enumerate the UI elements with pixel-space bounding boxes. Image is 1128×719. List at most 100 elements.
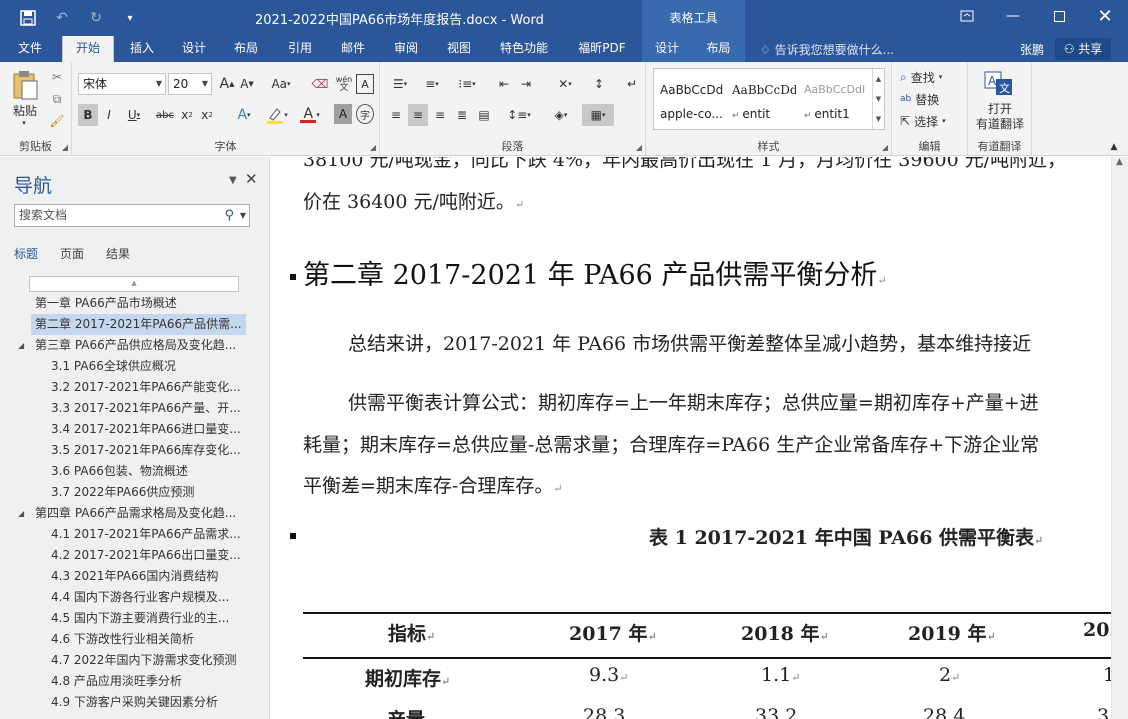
styles-scrollbar[interactable]: ▲ ▼ ▼ bbox=[872, 69, 884, 129]
table-cell[interactable]: 9.3↵ bbox=[589, 664, 628, 686]
nav-heading-item[interactable]: 3.6 PA66包装、物流概述 bbox=[0, 461, 270, 482]
tab-view[interactable]: 视图 bbox=[437, 36, 481, 62]
chevron-down-icon[interactable]: ▼ bbox=[240, 205, 246, 226]
underline-button[interactable]: U ▾ bbox=[120, 104, 148, 126]
tab-table-layout[interactable]: 布局 bbox=[692, 36, 745, 62]
tell-me-box[interactable]: ♢ 告诉我您想要做什么... bbox=[760, 41, 894, 58]
nav-heading-item[interactable]: 3.3 2017-2021年PA66产量、开... bbox=[0, 398, 270, 419]
numbering-icon[interactable]: ≡ ▾ bbox=[418, 74, 446, 94]
copy-icon[interactable]: ⧉ bbox=[48, 90, 66, 108]
tab-insert[interactable]: 插入 bbox=[120, 36, 164, 62]
highlight-color-icon[interactable]: ▾ bbox=[262, 104, 292, 126]
table-cell[interactable]: 3 bbox=[1097, 705, 1109, 719]
close-button[interactable]: ✕ bbox=[1082, 0, 1128, 32]
nav-heading-item[interactable]: 3.5 2017-2021年PA66库存变化... bbox=[0, 440, 270, 461]
nav-tab-pages[interactable]: 页面 bbox=[60, 245, 84, 262]
font-launcher-icon[interactable]: ◢ bbox=[370, 143, 376, 152]
chevron-up-icon[interactable]: ▲ bbox=[873, 69, 884, 89]
borders-icon[interactable]: ▦ ▾ bbox=[582, 104, 614, 126]
paste-icon[interactable] bbox=[8, 68, 42, 102]
tab-design[interactable]: 设计 bbox=[172, 36, 216, 62]
customize-qat-icon[interactable]: ▾ bbox=[120, 8, 140, 28]
save-icon[interactable] bbox=[18, 8, 38, 28]
strikethrough-button[interactable]: abc bbox=[154, 104, 176, 126]
document-area[interactable]: 38100 元/吨现金，同比下跌 4%，年内最高价出现在 1 月，月均价在 39… bbox=[271, 157, 1128, 719]
paragraph-launcher-icon[interactable]: ◢ bbox=[636, 143, 642, 152]
replace-button[interactable]: ab 替换 bbox=[900, 90, 964, 108]
table-header-cell[interactable]: 2018 年↵ bbox=[741, 619, 829, 646]
table-cell[interactable]: 1.1↵ bbox=[761, 664, 800, 686]
character-border-icon[interactable]: A bbox=[356, 74, 374, 94]
translate-button-line2[interactable]: 有道翻译 bbox=[970, 115, 1030, 131]
clear-formatting-icon[interactable]: ⌫ bbox=[310, 74, 330, 94]
table-cell[interactable]: 产量 bbox=[387, 705, 425, 719]
chevron-down-icon[interactable]: ▼ bbox=[873, 89, 884, 109]
table-cell[interactable]: 33.2 bbox=[755, 705, 797, 719]
align-left-icon[interactable]: ≡ bbox=[386, 104, 406, 126]
cut-icon[interactable]: ✂ bbox=[48, 68, 66, 86]
phonetic-guide-button[interactable]: wén 文 bbox=[334, 72, 354, 96]
table-header-cell[interactable]: 2017 年↵ bbox=[569, 619, 657, 646]
paste-button-label[interactable]: 粘贴 bbox=[4, 102, 46, 118]
style-item[interactable]: AaBbCcDdI ↵ entit bbox=[726, 69, 798, 129]
nav-heading-item[interactable]: 4.4 国内下游各行业客户规模及... bbox=[0, 587, 270, 608]
table-header-cell[interactable]: 指标↵ bbox=[388, 619, 435, 646]
paste-dropdown-icon[interactable]: ▾ bbox=[18, 118, 30, 128]
bullets-icon[interactable]: ☰ ▾ bbox=[386, 74, 414, 94]
youdao-translate-icon[interactable]: A文 bbox=[984, 70, 1014, 98]
nav-heading-item[interactable]: 4.2 2017-2021年PA66出口量变... bbox=[0, 545, 270, 566]
nav-heading-item[interactable]: ◢ 第三章 PA66产品供应格局及变化趋... bbox=[0, 335, 270, 356]
ribbon-display-options-icon[interactable] bbox=[944, 0, 990, 32]
nav-tab-headings[interactable]: 标题 bbox=[14, 245, 38, 262]
align-center-icon[interactable]: ≡ bbox=[408, 104, 428, 126]
tab-home[interactable]: 开始 bbox=[62, 36, 114, 62]
close-icon[interactable]: ✕ bbox=[245, 170, 258, 188]
tab-review[interactable]: 审阅 bbox=[384, 36, 428, 62]
tab-features[interactable]: 特色功能 bbox=[494, 36, 554, 62]
undo-icon[interactable]: ↶ bbox=[52, 8, 72, 28]
collapse-triangle-icon[interactable]: ◢ bbox=[18, 335, 24, 356]
nav-heading-item[interactable]: 4.3 2021年PA66国内消费结构 bbox=[0, 566, 270, 587]
nav-heading-item[interactable]: 第二章 2017-2021年PA66产品供需... bbox=[0, 314, 270, 335]
nav-heading-item[interactable]: 3.1 PA66全球供应概况 bbox=[0, 356, 270, 377]
redo-icon[interactable]: ↻ bbox=[86, 8, 106, 28]
justify-icon[interactable]: ≣ bbox=[452, 104, 472, 126]
nav-options-icon[interactable]: ▼ bbox=[229, 175, 237, 186]
superscript-button[interactable]: x2 bbox=[198, 104, 216, 126]
nav-heading-item[interactable]: 4.1 2017-2021年PA66产品需求... bbox=[0, 524, 270, 545]
table-cell[interactable]: 28.3 bbox=[583, 705, 625, 719]
nav-heading-item[interactable]: 4.9 下游客户采购关键因素分析 bbox=[0, 692, 270, 713]
sort-icon[interactable]: ↕ bbox=[588, 74, 610, 94]
nav-heading-item[interactable]: 4.6 下游改性行业相关简析 bbox=[0, 629, 270, 650]
font-size-combo[interactable]: 20 ▼ bbox=[168, 73, 212, 95]
decrease-indent-icon[interactable]: ⇤ bbox=[494, 74, 514, 94]
table-cell[interactable]: 2↵ bbox=[939, 664, 960, 686]
increase-indent-icon[interactable]: ⇥ bbox=[516, 74, 536, 94]
multilevel-list-icon[interactable]: ⁝≡ ▾ bbox=[452, 74, 482, 94]
tab-foxit-pdf[interactable]: 福昕PDF bbox=[570, 36, 634, 62]
style-item[interactable]: AaBbCcDd apple-co... bbox=[654, 69, 726, 129]
table-cell[interactable]: 28.4 bbox=[923, 705, 965, 719]
tab-table-design[interactable]: 设计 bbox=[642, 36, 692, 62]
maximize-button[interactable] bbox=[1036, 0, 1082, 32]
nav-heading-item[interactable]: 4.5 国内下游主要消费行业的主... bbox=[0, 608, 270, 629]
font-color-icon[interactable]: A ▾ bbox=[296, 104, 324, 126]
style-item[interactable]: AaBbCcDdI ↵ entit1 bbox=[798, 69, 870, 129]
subscript-button[interactable]: x2 bbox=[178, 104, 196, 126]
format-painter-icon[interactable]: 🖌 bbox=[48, 112, 66, 130]
bold-button[interactable]: B bbox=[78, 104, 98, 126]
shading-icon[interactable]: ◈ ▾ bbox=[546, 104, 576, 126]
search-icon[interactable]: ⚲ bbox=[224, 205, 234, 226]
share-button[interactable]: ⚇ 共享 bbox=[1055, 38, 1111, 60]
tab-mailings[interactable]: 邮件 bbox=[331, 36, 375, 62]
nav-heading-item[interactable]: ◢ 第四章 PA66产品需求格局及变化趋... bbox=[0, 503, 270, 524]
nav-heading-item[interactable]: 3.4 2017-2021年PA66进口量变... bbox=[0, 419, 270, 440]
chinese-layout-icon[interactable]: ✕ ▾ bbox=[550, 74, 580, 94]
align-right-icon[interactable]: ≡ bbox=[430, 104, 450, 126]
italic-button[interactable]: I bbox=[100, 104, 118, 126]
tab-layout[interactable]: 布局 bbox=[224, 36, 268, 62]
select-button[interactable]: ⇱ 选择 ▾ bbox=[900, 112, 964, 130]
collapse-ribbon-icon[interactable]: ▲ bbox=[1106, 140, 1122, 154]
vertical-scrollbar[interactable]: ▲ bbox=[1111, 157, 1128, 719]
show-marks-icon[interactable]: ↵ bbox=[622, 74, 642, 94]
